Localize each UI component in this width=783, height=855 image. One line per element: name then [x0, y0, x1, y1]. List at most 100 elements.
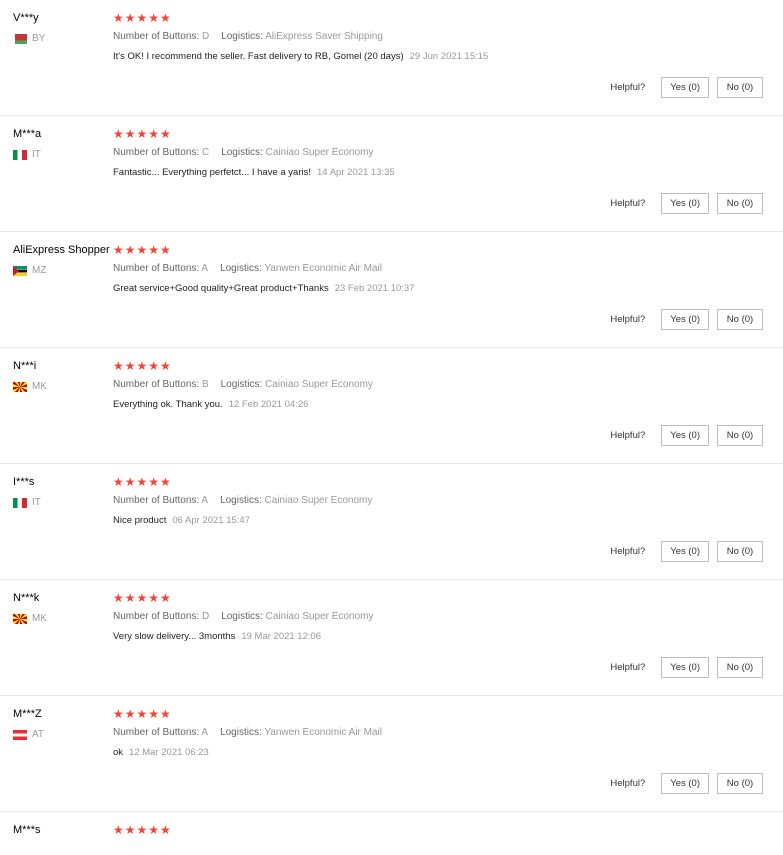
logistics-label: Logistics:: [220, 727, 262, 738]
reviewer-name: V***y: [13, 12, 39, 24]
helpful-yes-button[interactable]: Yes (0): [661, 309, 709, 330]
review-text: Very slow delivery... 3months: [113, 631, 236, 642]
helpful-label: Helpful?: [610, 662, 646, 673]
review-content: ★★★★★ Number of Buttons: A Logistics: Cai…: [113, 475, 763, 527]
review-content: ★★★★★ Number of Buttons: D Logistics: Ali…: [113, 11, 763, 63]
review-meta: Number of Buttons: D Logistics: AliExpres…: [113, 30, 763, 43]
country-code: MK: [32, 613, 47, 624]
review-meta: Number of Buttons: A Logistics: Cainiao S…: [113, 494, 763, 507]
buttons-label: Number of Buttons:: [113, 263, 200, 274]
helpful-no-button[interactable]: No (0): [717, 309, 763, 330]
logistics-label: Logistics:: [220, 495, 262, 506]
reviewer-country: MZ: [13, 265, 110, 277]
review-text-row: Great service+Good quality+Great product…: [113, 282, 763, 295]
review-text-row: Nice product 06 Apr 2021 15:47: [113, 514, 763, 527]
review-date: 12 Feb 2021 04:26: [228, 399, 309, 410]
reviewer-info: M***a IT: [13, 127, 41, 161]
star-rating: ★★★★★: [113, 127, 172, 141]
review-item: AliExpress Shopper MZ ★★★★★ Number of Bu…: [0, 232, 783, 348]
reviewer-info: N***i MK: [13, 359, 47, 393]
reviewer-info: I***s IT: [13, 475, 41, 509]
review-text: Everything ok. Thank you.: [113, 399, 223, 410]
helpful-no-button[interactable]: No (0): [717, 77, 763, 98]
review-item: M***Z AT ★★★★★ Number of Buttons: A Logis…: [0, 696, 783, 812]
review-date: 29 Jun 2021 15:15: [409, 51, 489, 62]
logistics-label: Logistics:: [221, 31, 263, 42]
review-text-row: It's OK! I recommend the seller. Fast de…: [113, 50, 763, 63]
logistics-value: Cainiao Super Economy: [265, 147, 374, 158]
review-content: ★★★★★ Number of Buttons: C Logistics: Cai…: [113, 127, 763, 179]
reviewer-name: AliExpress Shopper: [13, 244, 110, 256]
country-code: MZ: [32, 265, 47, 276]
review-item: M***s ★★★★★: [0, 812, 783, 852]
reviewer-info: AliExpress Shopper MZ: [13, 243, 110, 277]
star-rating: ★★★★★: [113, 707, 172, 721]
helpful-yes-button[interactable]: Yes (0): [661, 657, 709, 678]
buttons-label: Number of Buttons:: [113, 147, 200, 158]
review-text-row: Everything ok. Thank you. 12 Feb 2021 04:…: [113, 398, 763, 411]
buttons-value: A: [201, 495, 209, 506]
review-item: N***k MK ★★★★★ Number of Buttons: D Logis…: [0, 580, 783, 696]
review-date: 19 Mar 2021 12:06: [241, 631, 322, 642]
review-content: ★★★★★ Number of Buttons: D Logistics: Cai…: [113, 591, 763, 643]
reviewer-name: I***s: [13, 476, 35, 488]
review-text-row: Very slow delivery... 3months 19 Mar 2021…: [113, 630, 763, 643]
helpful-yes-button[interactable]: Yes (0): [661, 193, 709, 214]
review-text: Fantastic... Everything perfetct... I ha…: [113, 167, 312, 178]
review-date: 06 Apr 2021 15:47: [172, 515, 250, 526]
review-meta: Number of Buttons: B Logistics: Cainiao S…: [113, 378, 763, 391]
flag-icon: [13, 614, 27, 624]
reviewer-country: AT: [13, 729, 44, 741]
helpful-row: Helpful? Yes (0) No (0): [610, 77, 763, 98]
logistics-value: Yanwen Economic Air Mail: [264, 727, 383, 738]
helpful-row: Helpful? Yes (0) No (0): [610, 309, 763, 330]
helpful-yes-button[interactable]: Yes (0): [661, 541, 709, 562]
reviewer-name: M***a: [13, 128, 42, 140]
helpful-no-button[interactable]: No (0): [717, 193, 763, 214]
logistics-value: Cainiao Super Economy: [264, 495, 373, 506]
helpful-label: Helpful?: [610, 198, 646, 209]
helpful-row: Helpful? Yes (0) No (0): [610, 773, 763, 794]
flag-icon: [13, 34, 27, 44]
review-content: ★★★★★ Number of Buttons: B Logistics: Cai…: [113, 359, 763, 411]
logistics-label: Logistics:: [221, 611, 263, 622]
helpful-no-button[interactable]: No (0): [717, 657, 763, 678]
logistics-value: Cainiao Super Economy: [265, 379, 373, 390]
reviewer-country: IT: [13, 149, 41, 161]
helpful-label: Helpful?: [610, 778, 646, 789]
review-meta: Number of Buttons: A Logistics: Yanwen Ec…: [113, 726, 763, 739]
helpful-no-button[interactable]: No (0): [717, 773, 763, 794]
review-text: ok: [113, 747, 124, 758]
review-content: ★★★★★ Number of Buttons: A Logistics: Yan…: [113, 243, 763, 295]
reviewer-country: IT: [13, 497, 41, 509]
review-text: Nice product: [113, 515, 167, 526]
helpful-yes-button[interactable]: Yes (0): [661, 773, 709, 794]
review-meta: Number of Buttons: A Logistics: Yanwen Ec…: [113, 262, 763, 275]
helpful-yes-button[interactable]: Yes (0): [661, 77, 709, 98]
logistics-value: Cainiao Super Economy: [265, 611, 374, 622]
buttons-value: A: [201, 263, 209, 274]
review-item: I***s IT ★★★★★ Number of Buttons: A Logis…: [0, 464, 783, 580]
helpful-no-button[interactable]: No (0): [717, 425, 763, 446]
buttons-value: D: [201, 31, 210, 42]
reviewer-country: MK: [13, 381, 47, 393]
buttons-value: A: [201, 727, 209, 738]
review-text-row: Fantastic... Everything perfetct... I ha…: [113, 166, 763, 179]
review-content: ★★★★★ Number of Buttons: A Logistics: Yan…: [113, 707, 763, 759]
helpful-yes-button[interactable]: Yes (0): [661, 425, 709, 446]
review-item: V***y BY ★★★★★ Number of Buttons: D Logis…: [0, 0, 783, 116]
helpful-label: Helpful?: [610, 546, 646, 557]
review-item: M***a IT ★★★★★ Number of Buttons: C Logis…: [0, 116, 783, 232]
country-code: BY: [32, 33, 46, 44]
logistics-value: AliExpress Saver Shipping: [265, 31, 383, 42]
flag-icon: [13, 382, 27, 392]
reviewer-name: M***s: [13, 824, 41, 836]
helpful-label: Helpful?: [610, 82, 646, 93]
reviewer-name: N***k: [13, 592, 40, 604]
star-rating: ★★★★★: [113, 359, 172, 373]
helpful-row: Helpful? Yes (0) No (0): [610, 657, 763, 678]
buttons-label: Number of Buttons:: [113, 379, 200, 390]
buttons-label: Number of Buttons:: [113, 31, 200, 42]
helpful-no-button[interactable]: No (0): [717, 541, 763, 562]
star-rating: ★★★★★: [113, 11, 172, 25]
